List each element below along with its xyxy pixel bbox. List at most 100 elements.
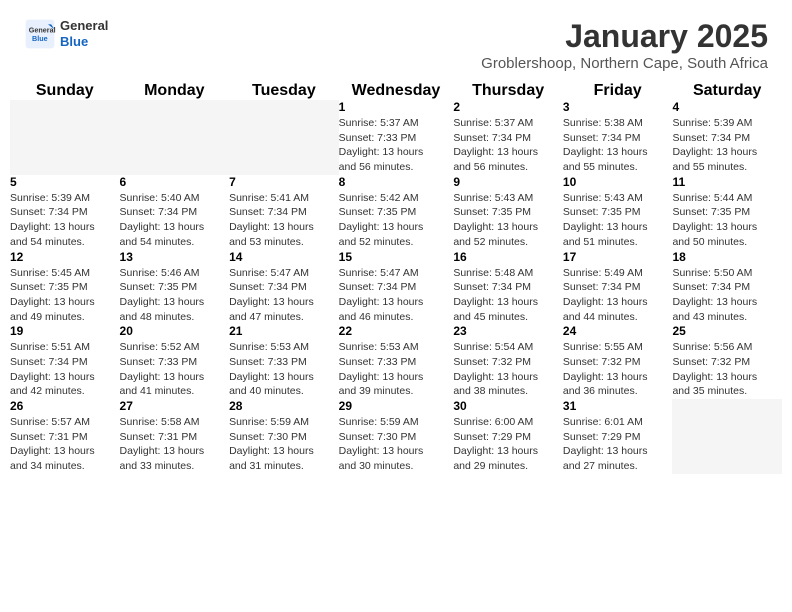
calendar-cell: 24 Sunrise: 5:55 AM Sunset: 7:32 PM Dayli… (563, 324, 673, 399)
day-info: Sunrise: 5:46 AM Sunset: 7:35 PM Dayligh… (120, 266, 230, 325)
calendar-cell: 1 Sunrise: 5:37 AM Sunset: 7:33 PM Daylig… (339, 100, 454, 175)
day-info: Sunrise: 5:53 AM Sunset: 7:33 PM Dayligh… (339, 340, 454, 399)
calendar-header: SundayMondayTuesdayWednesdayThursdayFrid… (10, 82, 782, 100)
calendar-week-row: 1 Sunrise: 5:37 AM Sunset: 7:33 PM Daylig… (10, 100, 782, 175)
calendar-cell: 7Sunrise: 5:41 AM Sunset: 7:34 PM Daylig… (229, 175, 339, 250)
day-number: 13 (120, 250, 230, 264)
calendar-cell: 17Sunrise: 5:49 AM Sunset: 7:34 PM Dayli… (563, 250, 673, 325)
weekday-header-wednesday: Wednesday (339, 82, 454, 100)
calendar-cell: 19 Sunrise: 5:51 AM Sunset: 7:34 PM Dayli… (10, 324, 120, 399)
day-number: 15 (339, 250, 454, 264)
weekday-header-friday: Friday (563, 82, 673, 100)
day-number: 16 (453, 250, 563, 264)
calendar-cell: 4Sunrise: 5:39 AM Sunset: 7:34 PM Daylig… (672, 100, 782, 175)
day-info: Sunrise: 5:45 AM Sunset: 7:35 PM Dayligh… (10, 266, 120, 325)
day-number: 5 (10, 175, 120, 189)
calendar-cell: 16Sunrise: 5:48 AM Sunset: 7:34 PM Dayli… (453, 250, 563, 325)
calendar-cell: 21Sunrise: 5:53 AM Sunset: 7:33 PM Dayli… (229, 324, 339, 399)
calendar-cell: 22 Sunrise: 5:53 AM Sunset: 7:33 PM Dayli… (339, 324, 454, 399)
month-title: January 2025 (481, 18, 768, 55)
calendar-cell: 10 Sunrise: 5:43 AM Sunset: 7:35 PM Dayli… (563, 175, 673, 250)
day-info: Sunrise: 5:38 AM Sunset: 7:34 PM Dayligh… (563, 116, 673, 175)
weekday-header-row: SundayMondayTuesdayWednesdayThursdayFrid… (10, 82, 782, 100)
logo-blue: Blue (60, 34, 108, 50)
day-number: 31 (563, 399, 673, 413)
day-number: 24 (563, 324, 673, 338)
day-info: Sunrise: 5:58 AM Sunset: 7:31 PM Dayligh… (120, 415, 230, 474)
calendar-cell: 28 Sunrise: 5:59 AM Sunset: 7:30 PM Dayli… (229, 399, 339, 474)
day-info: Sunrise: 5:40 AM Sunset: 7:34 PM Dayligh… (120, 191, 230, 250)
day-info: Sunrise: 5:39 AM Sunset: 7:34 PM Dayligh… (10, 191, 120, 250)
logo: General Blue General Blue (24, 18, 108, 50)
weekday-header-monday: Monday (120, 82, 230, 100)
day-info: Sunrise: 5:37 AM Sunset: 7:33 PM Dayligh… (339, 116, 454, 175)
calendar-cell: 27 Sunrise: 5:58 AM Sunset: 7:31 PM Dayli… (120, 399, 230, 474)
day-number: 30 (453, 399, 563, 413)
calendar-body: 1 Sunrise: 5:37 AM Sunset: 7:33 PM Daylig… (10, 100, 782, 474)
day-number: 7 (229, 175, 339, 189)
day-number: 20 (120, 324, 230, 338)
day-number: 28 (229, 399, 339, 413)
day-info: Sunrise: 5:59 AM Sunset: 7:30 PM Dayligh… (339, 415, 454, 474)
calendar-cell: 5 Sunrise: 5:39 AM Sunset: 7:34 PM Daylig… (10, 175, 120, 250)
day-number: 10 (563, 175, 673, 189)
calendar-cell: 18 Sunrise: 5:50 AM Sunset: 7:34 PM Dayli… (672, 250, 782, 325)
day-info: Sunrise: 5:50 AM Sunset: 7:34 PM Dayligh… (672, 266, 782, 325)
calendar-cell: 12 Sunrise: 5:45 AM Sunset: 7:35 PM Dayli… (10, 250, 120, 325)
day-info: Sunrise: 5:43 AM Sunset: 7:35 PM Dayligh… (453, 191, 563, 250)
calendar-cell: 11Sunrise: 5:44 AM Sunset: 7:35 PM Dayli… (672, 175, 782, 250)
day-number: 23 (453, 324, 563, 338)
weekday-header-thursday: Thursday (453, 82, 563, 100)
calendar-cell: 29 Sunrise: 5:59 AM Sunset: 7:30 PM Dayli… (339, 399, 454, 474)
day-info: Sunrise: 6:01 AM Sunset: 7:29 PM Dayligh… (563, 415, 673, 474)
calendar-cell (672, 399, 782, 474)
svg-text:Blue: Blue (32, 34, 48, 43)
calendar-cell: 26 Sunrise: 5:57 AM Sunset: 7:31 PM Dayli… (10, 399, 120, 474)
day-number: 12 (10, 250, 120, 264)
weekday-header-saturday: Saturday (672, 82, 782, 100)
day-info: Sunrise: 5:37 AM Sunset: 7:34 PM Dayligh… (453, 116, 563, 175)
day-number: 3 (563, 100, 673, 114)
location: Groblershoop, Northern Cape, South Afric… (481, 55, 768, 72)
calendar-week-row: 5 Sunrise: 5:39 AM Sunset: 7:34 PM Daylig… (10, 175, 782, 250)
calendar-week-row: 12 Sunrise: 5:45 AM Sunset: 7:35 PM Dayli… (10, 250, 782, 325)
day-number: 4 (672, 100, 782, 114)
logo-text: General Blue (60, 18, 108, 49)
calendar-cell: 30 Sunrise: 6:00 AM Sunset: 7:29 PM Dayli… (453, 399, 563, 474)
day-info: Sunrise: 5:54 AM Sunset: 7:32 PM Dayligh… (453, 340, 563, 399)
day-info: Sunrise: 5:59 AM Sunset: 7:30 PM Dayligh… (229, 415, 339, 474)
day-info: Sunrise: 5:47 AM Sunset: 7:34 PM Dayligh… (339, 266, 454, 325)
calendar-cell: 2Sunrise: 5:37 AM Sunset: 7:34 PM Daylig… (453, 100, 563, 175)
calendar-cell: 6Sunrise: 5:40 AM Sunset: 7:34 PM Daylig… (120, 175, 230, 250)
calendar-cell: 14Sunrise: 5:47 AM Sunset: 7:34 PM Dayli… (229, 250, 339, 325)
calendar-cell (120, 100, 230, 175)
calendar-cell: 23 Sunrise: 5:54 AM Sunset: 7:32 PM Dayli… (453, 324, 563, 399)
day-info: Sunrise: 5:49 AM Sunset: 7:34 PM Dayligh… (563, 266, 673, 325)
calendar-wrapper: SundayMondayTuesdayWednesdayThursdayFrid… (0, 82, 792, 484)
day-info: Sunrise: 6:00 AM Sunset: 7:29 PM Dayligh… (453, 415, 563, 474)
logo-icon: General Blue (24, 18, 56, 50)
day-info: Sunrise: 5:53 AM Sunset: 7:33 PM Dayligh… (229, 340, 339, 399)
day-number: 27 (120, 399, 230, 413)
day-info: Sunrise: 5:57 AM Sunset: 7:31 PM Dayligh… (10, 415, 120, 474)
day-number: 19 (10, 324, 120, 338)
day-info: Sunrise: 5:55 AM Sunset: 7:32 PM Dayligh… (563, 340, 673, 399)
day-number: 26 (10, 399, 120, 413)
day-info: Sunrise: 5:42 AM Sunset: 7:35 PM Dayligh… (339, 191, 454, 250)
calendar-cell: 15 Sunrise: 5:47 AM Sunset: 7:34 PM Dayli… (339, 250, 454, 325)
calendar-cell: 9Sunrise: 5:43 AM Sunset: 7:35 PM Daylig… (453, 175, 563, 250)
day-number: 29 (339, 399, 454, 413)
day-number: 1 (339, 100, 454, 114)
calendar-cell: 25Sunrise: 5:56 AM Sunset: 7:32 PM Dayli… (672, 324, 782, 399)
day-number: 18 (672, 250, 782, 264)
calendar-table: SundayMondayTuesdayWednesdayThursdayFrid… (10, 82, 782, 474)
weekday-header-sunday: Sunday (10, 82, 120, 100)
calendar-cell: 3 Sunrise: 5:38 AM Sunset: 7:34 PM Daylig… (563, 100, 673, 175)
day-number: 22 (339, 324, 454, 338)
weekday-header-tuesday: Tuesday (229, 82, 339, 100)
day-info: Sunrise: 5:51 AM Sunset: 7:34 PM Dayligh… (10, 340, 120, 399)
logo-general: General (60, 18, 108, 34)
day-number: 11 (672, 175, 782, 189)
day-info: Sunrise: 5:43 AM Sunset: 7:35 PM Dayligh… (563, 191, 673, 250)
day-info: Sunrise: 5:47 AM Sunset: 7:34 PM Dayligh… (229, 266, 339, 325)
